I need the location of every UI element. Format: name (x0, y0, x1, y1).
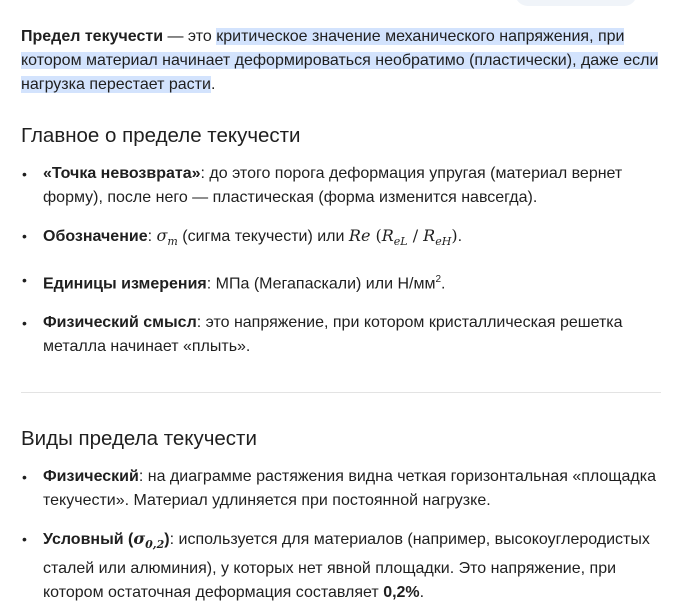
bullet: • (22, 272, 27, 289)
item-end: . (419, 583, 425, 601)
item-bold: Обозначение (43, 228, 148, 245)
sigma-symbol: σт (156, 226, 178, 249)
bullet: • (22, 468, 27, 485)
item-end: . (441, 275, 446, 293)
rel-letter: R (381, 226, 394, 245)
types-list: • Физический: на диаграмме растяжения ви… (21, 465, 661, 605)
intro-end: . (210, 76, 216, 93)
rel-symbol: ReL (381, 226, 408, 249)
bullet: • (22, 228, 27, 244)
reh-letter: R (423, 226, 436, 245)
item-value: 0,2% (383, 583, 420, 601)
top-pill (515, 0, 637, 6)
reh-symbol: ReH (423, 226, 452, 249)
sigma-letter: σ (133, 528, 146, 548)
paren-open: ( (370, 226, 382, 245)
list-item: • Обозначение: σт (сигма текучести) или … (21, 224, 661, 254)
sigma-subscript: т (167, 235, 178, 249)
re-symbol: Re (348, 226, 371, 245)
sigma-symbol: σ0,2 (133, 528, 165, 551)
bullet: • (22, 166, 27, 182)
list-item: • Физический смысл: это напряжение, при … (21, 311, 661, 359)
list-item: • Физический: на диаграмме растяжения ви… (21, 465, 661, 513)
sigma-subscript: 0,2 (145, 537, 165, 551)
list-item: • Единицы измерения: МПа (Мегапаскали) и… (21, 268, 661, 296)
main-list: • «Точка невозврата»: до этого порога де… (21, 162, 661, 359)
reh-subscript: eH (435, 235, 452, 249)
slash: / (407, 226, 424, 245)
list-item: • «Точка невозврата»: до этого порога де… (21, 162, 661, 210)
item-bold: «Точка невозврата» (43, 165, 201, 182)
section-divider (21, 391, 661, 393)
item-bold-prefix: Условный ( (43, 530, 134, 548)
intro-dash: — это (163, 28, 217, 45)
item-text: (сигма текучести) или (177, 228, 349, 245)
item-bold: Физический смысл (43, 313, 197, 331)
section-heading-types: Виды предела текучести (21, 426, 257, 450)
section-heading-main: Главное о пределе текучести (21, 124, 301, 147)
bullet: • (22, 314, 27, 331)
item-end: . (457, 228, 463, 245)
intro-term: Предел текучести (21, 28, 164, 45)
item-text: : МПа (Мегапаскали) или Н/мм (206, 275, 436, 293)
sigma-letter: σ (156, 226, 168, 245)
bullet: • (22, 530, 27, 547)
intro-paragraph: Предел текучести — это критическое значе… (21, 25, 661, 97)
response-content: Предел текучести — это критическое значе… (21, 25, 661, 605)
list-item: • Условный (σ0,2): используется для мате… (21, 527, 661, 605)
item-bold: Единицы измерения (43, 275, 207, 293)
item-bold: Физический (43, 467, 139, 485)
rel-subscript: eL (393, 235, 408, 249)
